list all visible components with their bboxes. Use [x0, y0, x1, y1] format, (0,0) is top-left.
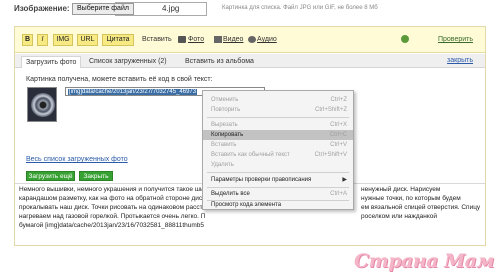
insert-label: Вставить	[142, 36, 172, 43]
tab-upload-photo[interactable]: Загрузить фото	[21, 56, 82, 68]
menu-item-cut[interactable]: Вырезать Ctrl+X	[203, 120, 353, 130]
uploaded-list-link[interactable]: Весь список загруженных фото	[26, 156, 128, 163]
insert-video-link[interactable]: Видео	[223, 36, 243, 43]
insert-photo-link[interactable]: Фото	[188, 36, 204, 43]
quote-button[interactable]: Цитата	[102, 34, 134, 46]
shortcut: Ctrl+Shift+Z	[314, 107, 347, 113]
upload-tabs: Загрузить фото Список загруженных (2) Вс…	[15, 54, 485, 68]
menu-separator	[207, 117, 349, 118]
menu-item-delete[interactable]: Удалить	[203, 160, 353, 170]
upload-more-button[interactable]: Загрузить ещё	[26, 171, 75, 181]
menu-item-undo[interactable]: Отменить Ctrl+Z	[203, 95, 353, 105]
check-icon	[401, 35, 409, 43]
text-line: ем вязальной спицей отверстия. Спицу	[361, 204, 481, 211]
img-button[interactable]: IMG	[53, 34, 73, 46]
tab-uploaded-list[interactable]: Список загруженных (2)	[85, 56, 171, 68]
audio-icon	[248, 36, 256, 43]
choose-file-button[interactable]: Выберите файл	[72, 3, 134, 15]
shortcut: Ctrl+C	[329, 132, 347, 138]
image-code-selection: [img]data/cache/2013jan/23/27/7032745_46…	[68, 89, 198, 95]
menu-separator	[207, 172, 349, 173]
menu-item-paste-plain[interactable]: Вставить как обычный текст Ctrl+Shift+V	[203, 150, 353, 160]
menu-item-label: Копировать	[211, 132, 244, 138]
menu-item-label: Вставить как обычный текст	[211, 152, 290, 158]
text-line: бумагой [img]data/cache/2013jan/23/16/70…	[19, 222, 205, 229]
site-watermark-logo: Страна Мам	[353, 250, 495, 272]
text-line: прокалывать наш диск. Точки рисовать на …	[19, 204, 203, 211]
photo-icon	[178, 36, 186, 43]
uploaded-thumbnail	[27, 87, 57, 122]
menu-item-label: Выделить все	[211, 191, 250, 197]
menu-item-label: Параметры проверки правописания	[211, 177, 312, 183]
submenu-arrow-icon: ▶	[342, 177, 347, 183]
close-button[interactable]: Закрыть	[79, 171, 113, 181]
bold-button[interactable]: B	[22, 34, 33, 46]
menu-item-select-all[interactable]: Выделить все Ctrl+A	[203, 189, 353, 199]
shortcut: Ctrl+X	[330, 122, 347, 128]
menu-item-label: Просмотр кода элемента	[211, 202, 282, 208]
menu-separator	[207, 187, 349, 188]
menu-item-paste[interactable]: Вставить Ctrl+V	[203, 140, 353, 150]
menu-item-label: Повторить	[211, 107, 241, 113]
text-line: нагреваем над газовой горелкой. Протыкае…	[19, 213, 206, 220]
context-menu: Отменить Ctrl+Z Повторить Ctrl+Shift+Z Выр…	[202, 90, 354, 210]
text-line: нужные точки, по которым будем	[361, 195, 461, 202]
preview-link[interactable]: Проверить	[438, 36, 473, 43]
text-line: Немного вышивки, немного украшения и пол…	[19, 186, 204, 193]
text-line: ненужный диск. Нарисуем	[361, 186, 441, 193]
editor-toolbar: B I IMG URL Цитата Вставить Фото Видео А…	[15, 27, 485, 53]
tab-from-album[interactable]: Вставить из альбома	[181, 56, 258, 68]
shortcut: Ctrl+Shift+V	[314, 152, 347, 158]
italic-button[interactable]: I	[37, 34, 48, 46]
image-label: Изображение:	[14, 4, 70, 13]
menu-item-spellcheck[interactable]: Параметры проверки правописания ▶	[203, 175, 353, 185]
text-line: роселком или нажданкой	[361, 213, 438, 220]
menu-item-label: Вырезать	[211, 122, 238, 128]
file-hint: Картинка для списка. Файл JPG или GIF, н…	[222, 5, 378, 11]
close-panel-link[interactable]: закрыть	[447, 57, 473, 64]
file-name: 4.jpg	[162, 4, 180, 13]
menu-item-label: Отменить	[211, 97, 239, 103]
insert-audio-link[interactable]: Аудио	[257, 36, 277, 43]
shortcut: Ctrl+V	[330, 142, 347, 148]
cd-disc-image	[31, 93, 55, 117]
file-row: Изображение: Выберите файл 4.jpg Картинк…	[0, 0, 500, 18]
text-line: карандашом разметку, как на фото на обра…	[19, 195, 206, 202]
menu-item-label: Вставить	[211, 142, 237, 148]
menu-item-copy[interactable]: Копировать Ctrl+C	[203, 130, 353, 140]
menu-item-inspect[interactable]: Просмотр кода элемента	[203, 200, 353, 210]
menu-item-redo[interactable]: Повторить Ctrl+Shift+Z	[203, 105, 353, 115]
shortcut: Ctrl+Z	[330, 97, 348, 103]
menu-item-label: Удалить	[211, 162, 234, 168]
upload-message: Картинка получена, можете вставить её ко…	[26, 76, 213, 83]
shortcut: Ctrl+A	[330, 191, 347, 197]
url-button[interactable]: URL	[77, 34, 98, 46]
video-icon	[214, 36, 222, 43]
